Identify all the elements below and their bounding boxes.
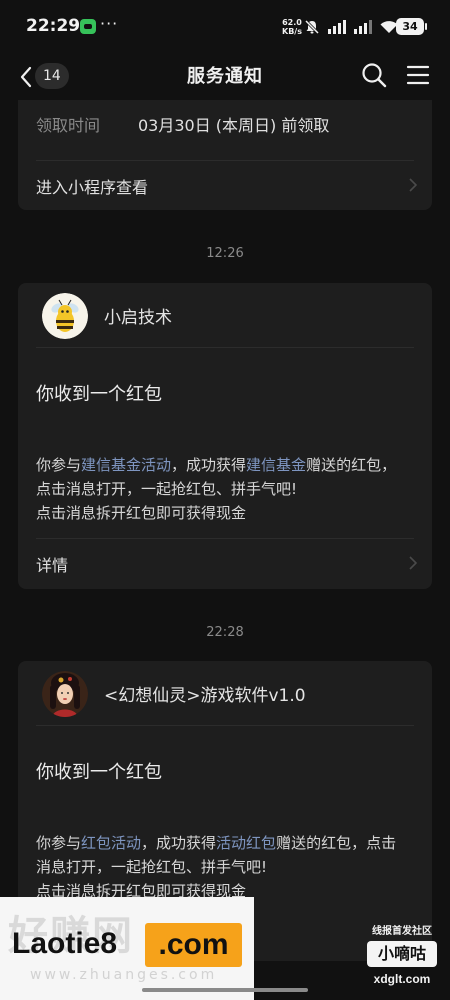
watermark-left: 好赚网 www.zhuanges.com Laotie8 .com [0, 897, 254, 1000]
avatar[interactable] [42, 293, 88, 339]
message-body: 你参与建信基金活动，成功获得建信基金赠送的红包， 点击消息打开，一起抢红包、拼手… [36, 453, 418, 525]
notification-card-partial: 领取时间 03月30日 (本周日) 前领取 进入小程序查看 [18, 100, 432, 210]
message-body: 你参与红包活动，成功获得活动红包赠送的红包，点击 消息打开，一起抢红包、拼手气吧… [36, 831, 418, 903]
watermark-right-url: xdglt.com [373, 972, 431, 986]
body-text: 赠送的红包， [306, 456, 397, 474]
message-body-line: 你参与建信基金活动，成功获得建信基金赠送的红包， [36, 453, 418, 477]
message-body-line: 消息打开，一起抢红包、拼手气吧! [36, 858, 268, 876]
network-speed-unit: KB/s [282, 27, 302, 36]
watermark-ghost-url: www.zhuanges.com [30, 967, 218, 983]
watermark-brand-domain: .com [145, 923, 242, 967]
signal-bars-icon [328, 20, 346, 34]
activity-link[interactable]: 红包活动 [81, 834, 141, 852]
message-timestamp: 22:28 [206, 625, 244, 640]
network-speed-value: 62.0 [282, 18, 302, 27]
chevron-right-icon [409, 556, 418, 570]
status-icons [304, 16, 398, 38]
message-timestamp: 12:26 [206, 246, 244, 261]
nav-bar: 14 服务通知 [0, 56, 450, 102]
menu-icon[interactable] [406, 63, 430, 87]
details-link[interactable]: 详情 [18, 539, 432, 587]
message-body-line: 点击消息打开，一起抢红包、拼手气吧! [36, 480, 298, 498]
chat-notification-icon [80, 19, 96, 34]
chevron-right-icon [409, 178, 418, 192]
sender-name: <幻想仙灵>游戏软件v1.0 [104, 686, 306, 706]
watermark-right: 线报首发社区 小嘀咕 xdglt.com [360, 922, 444, 994]
body-text: 你参与 [36, 834, 82, 852]
body-text: 你参与 [36, 456, 82, 474]
sender-name: 小启技术 [104, 308, 172, 328]
avatar[interactable] [42, 671, 88, 717]
home-indicator[interactable] [142, 988, 308, 992]
watermark-brand-name: Laotie8 [12, 927, 118, 960]
message-title: 你收到一个红包 [36, 762, 162, 783]
body-text: 赠送的红包，点击 [276, 834, 397, 852]
body-text: ，成功获得 [171, 456, 247, 474]
more-notifications-icon: ··· [100, 14, 119, 33]
divider [36, 347, 414, 348]
open-mini-program-label: 进入小程序查看 [36, 178, 149, 197]
sponsor-link[interactable]: 建信基金 [246, 456, 306, 474]
status-bar: 22:29 ··· 62.0 KB/s 34 [0, 0, 450, 56]
battery-icon: 34 [396, 18, 427, 35]
activity-link[interactable]: 建信基金活动 [81, 456, 171, 474]
details-label: 详情 [36, 556, 69, 575]
message-body-line: 点击消息拆开红包即可获得现金 [36, 504, 247, 522]
message-title: 你收到一个红包 [36, 384, 162, 405]
open-mini-program-link[interactable]: 进入小程序查看 [18, 161, 432, 209]
message-body-line: 你参与红包活动，成功获得活动红包赠送的红包，点击 [36, 831, 418, 855]
bee-avatar-icon [42, 293, 88, 339]
watermark-right-logo: 小嘀咕 [367, 941, 437, 967]
body-text: ，成功获得 [141, 834, 217, 852]
notification-card[interactable]: 小启技术 你收到一个红包 你参与建信基金活动，成功获得建信基金赠送的红包， 点击… [18, 283, 432, 589]
search-icon[interactable] [360, 61, 388, 89]
mute-bell-icon [304, 19, 320, 35]
status-time: 22:29 [26, 16, 81, 36]
sponsor-link[interactable]: 活动红包 [216, 834, 276, 852]
game-character-avatar-icon [42, 671, 88, 717]
signal-bars-2-icon [354, 20, 372, 34]
claim-time-value: 03月30日 (本周日) 前领取 [138, 116, 330, 135]
network-speed: 62.0 KB/s [282, 18, 302, 36]
claim-time-label: 领取时间 [36, 116, 101, 135]
watermark-right-tagline: 线报首发社区 [372, 926, 432, 937]
divider [36, 725, 414, 726]
